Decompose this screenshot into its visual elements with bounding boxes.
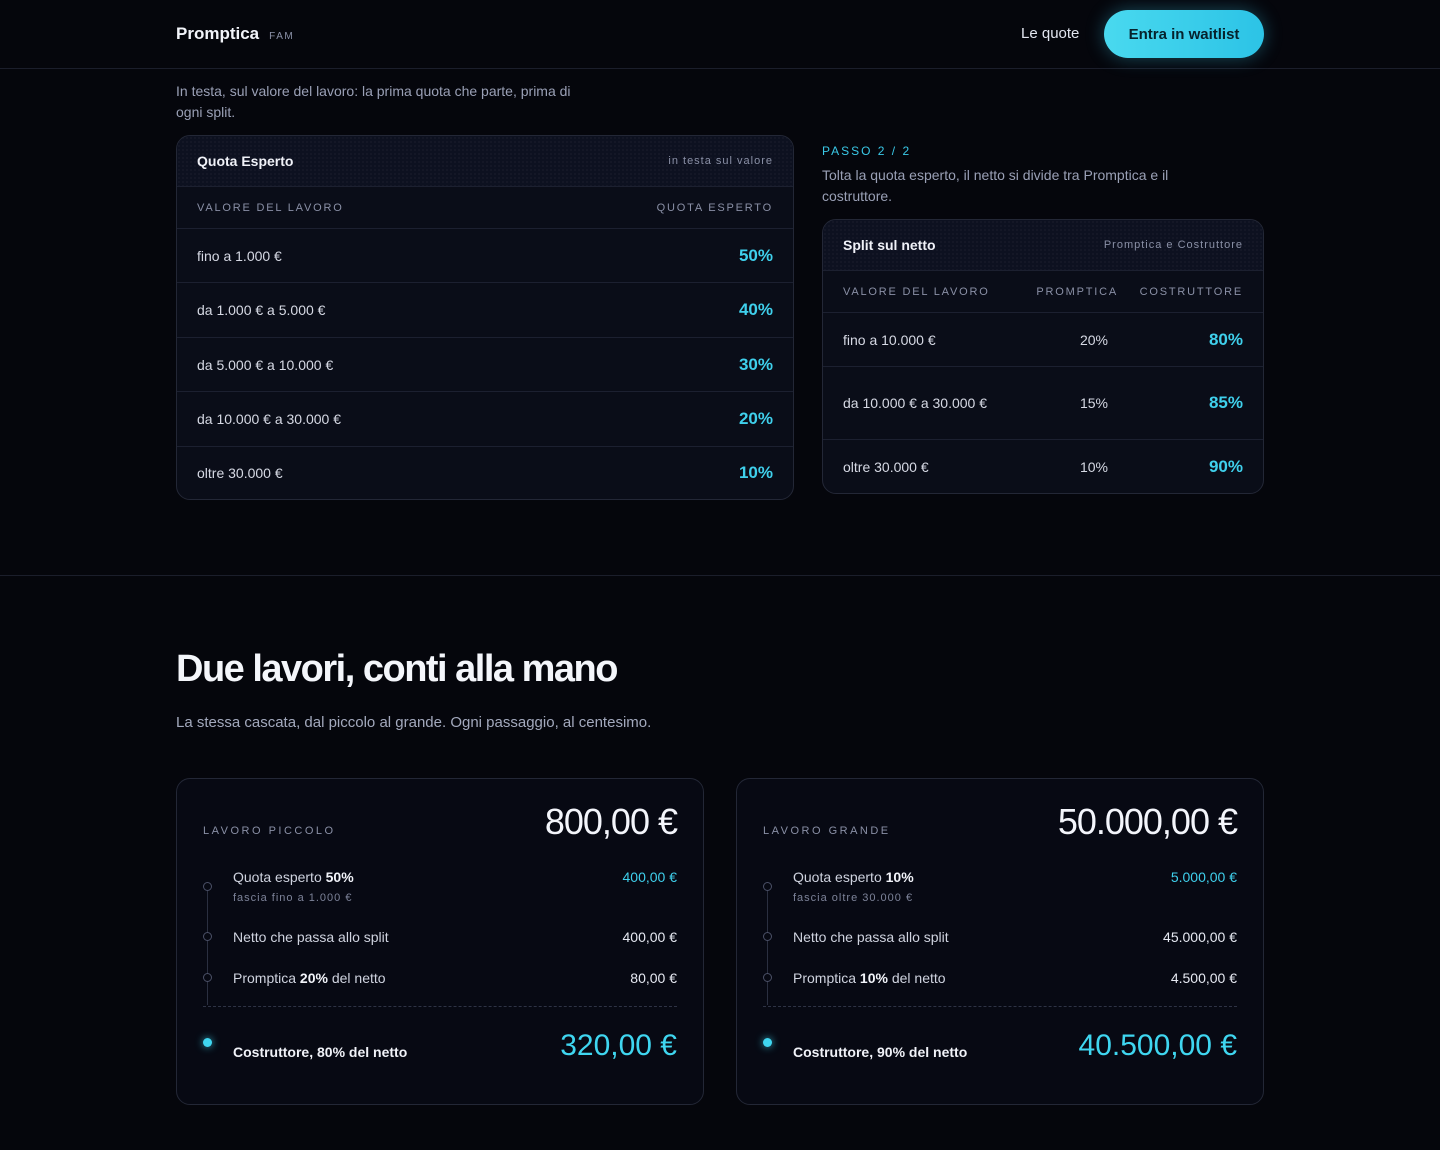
netto-value: 45.000,00 €	[1163, 929, 1237, 945]
table-row: da 10.000 € a 30.000 € 20%	[177, 392, 793, 447]
promptica-line: Promptica 20% del netto	[233, 970, 386, 986]
column-header-costruttore: COSTRUTTORE	[1139, 285, 1243, 298]
example-total: 800,00 €	[544, 801, 678, 842]
quota-esperto-value: 5.000,00 €	[1170, 869, 1237, 885]
brand-logo[interactable]: Promptica FAM	[176, 24, 294, 44]
timeline-dot-icon	[763, 882, 772, 891]
section-divider	[0, 575, 1440, 576]
timeline-dot-icon	[763, 932, 772, 941]
quota-esperto-line: Quota esperto 10%	[793, 869, 914, 885]
card-subtitle: Promptica e Costruttore	[1103, 239, 1243, 251]
row-range: oltre 30.000 €	[197, 465, 283, 481]
table-column-headers: VALORE DEL LAVORO QUOTA ESPERTO	[177, 187, 793, 229]
step-2-description: Tolta la quota esperto, il netto si divi…	[822, 167, 1169, 204]
row-promptica-percent: 10%	[1079, 458, 1108, 475]
table-row: fino a 10.000 € 20% 80%	[823, 313, 1263, 367]
row-range: da 10.000 € a 30.000 €	[843, 394, 988, 411]
examples-lead: La stessa cascata, dal piccolo al grande…	[176, 714, 652, 731]
table-row: oltre 30.000 € 10% 90%	[823, 440, 1263, 493]
table-row: da 10.000 € a 30.000 € 15% 85%	[823, 367, 1263, 440]
row-range: oltre 30.000 €	[843, 458, 929, 475]
examples-title: Due lavori, conti alla mano	[176, 648, 618, 690]
row-range: fino a 1.000 €	[197, 247, 282, 264]
active-dot-icon	[203, 1038, 212, 1047]
quota-esperto-value: 400,00 €	[622, 869, 678, 885]
netto-value: 400,00 €	[622, 929, 678, 945]
netto-line: Netto che passa allo split	[793, 929, 949, 945]
dashed-separator	[203, 1006, 677, 1007]
table-row: oltre 30.000 € 10%	[177, 447, 793, 499]
timeline-dot-icon	[203, 882, 212, 891]
table-row: da 5.000 € a 10.000 € 30%	[177, 338, 793, 392]
quota-esperto-card-header: Quota Esperto in testa sul valore	[177, 136, 793, 187]
card-title: Split sul netto	[843, 237, 936, 253]
timeline-dot-icon	[763, 973, 772, 982]
quota-esperto-line: Quota esperto 50%	[233, 869, 354, 885]
timeline-line	[207, 887, 208, 1005]
active-dot-icon	[763, 1038, 772, 1047]
example-total: 50.000,00 €	[1057, 801, 1238, 842]
example-label: LAVORO PICCOLO	[203, 825, 336, 837]
row-range: fino a 10.000 €	[843, 331, 936, 348]
costruttore-line: Costruttore, 90% del netto	[793, 1044, 968, 1060]
step-1-description: In testa, sul valore del lavoro: la prim…	[176, 83, 571, 120]
costruttore-value: 40.500,00 €	[1078, 1029, 1237, 1062]
row-range: da 1.000 € a 5.000 €	[197, 302, 326, 318]
costruttore-line: Costruttore, 80% del netto	[233, 1044, 408, 1060]
column-header-quota: QUOTA ESPERTO	[656, 201, 773, 214]
netto-line: Netto che passa allo split	[233, 929, 389, 945]
row-range: da 10.000 € a 30.000 €	[197, 411, 342, 427]
row-promptica-percent: 15%	[1079, 395, 1108, 411]
example-label: LAVORO GRANDE	[763, 825, 891, 837]
timeline-dot-icon	[203, 932, 212, 941]
row-percent: 30%	[738, 354, 773, 374]
brand-name: Promptica	[176, 24, 260, 43]
top-navigation-bar: Promptica FAM Le quote Entra in waitlist	[0, 0, 1440, 69]
row-percent: 20%	[738, 409, 773, 428]
row-percent: 50%	[738, 245, 773, 265]
promptica-value: 80,00 €	[630, 970, 677, 986]
table-row: fino a 1.000 € 50%	[177, 229, 793, 283]
card-title: Quota Esperto	[197, 153, 294, 169]
example-card-large: LAVORO GRANDE 50.000,00 € Quota esperto …	[736, 778, 1264, 1105]
timeline-dot-icon	[203, 973, 212, 982]
promptica-value: 4.500,00 €	[1170, 970, 1237, 986]
row-costruttore-percent: 90%	[1208, 456, 1243, 476]
step-2-label: PASSO 2 / 2	[822, 144, 912, 158]
split-netto-card: Split sul netto Promptica e Costruttore …	[822, 219, 1264, 494]
brand-tag: FAM	[269, 31, 295, 42]
row-percent: 40%	[738, 300, 773, 319]
table-row: da 1.000 € a 5.000 € 40%	[177, 283, 793, 338]
row-costruttore-percent: 80%	[1208, 329, 1243, 349]
promptica-line: Promptica 10% del netto	[793, 970, 946, 986]
row-promptica-percent: 20%	[1079, 331, 1108, 348]
quota-esperto-note: fascia fino a 1.000 €	[233, 892, 353, 904]
table-column-headers: VALORE DEL LAVORO PROMPTICA COSTRUTTORE	[823, 271, 1263, 313]
column-header-valore: VALORE DEL LAVORO	[197, 201, 344, 214]
costruttore-value: 320,00 €	[560, 1029, 677, 1062]
quota-esperto-note: fascia oltre 30.000 €	[793, 892, 914, 904]
example-card-small: LAVORO PICCOLO 800,00 € Quota esperto 50…	[176, 778, 704, 1105]
timeline-line	[767, 887, 768, 1005]
card-subtitle: in testa sul valore	[668, 155, 773, 167]
column-header-valore: VALORE DEL LAVORO	[843, 285, 990, 298]
split-netto-card-header: Split sul netto Promptica e Costruttore	[823, 220, 1263, 271]
row-percent: 10%	[738, 463, 773, 482]
row-costruttore-percent: 85%	[1208, 393, 1243, 412]
column-header-promptica: PROMPTICA	[1036, 285, 1118, 298]
dashed-separator	[763, 1006, 1237, 1007]
nav-link-le-quote[interactable]: Le quote	[1021, 25, 1079, 42]
row-range: da 5.000 € a 10.000 €	[197, 356, 334, 373]
quota-esperto-card: Quota Esperto in testa sul valore VALORE…	[176, 135, 794, 500]
waitlist-button[interactable]: Entra in waitlist	[1104, 10, 1264, 58]
